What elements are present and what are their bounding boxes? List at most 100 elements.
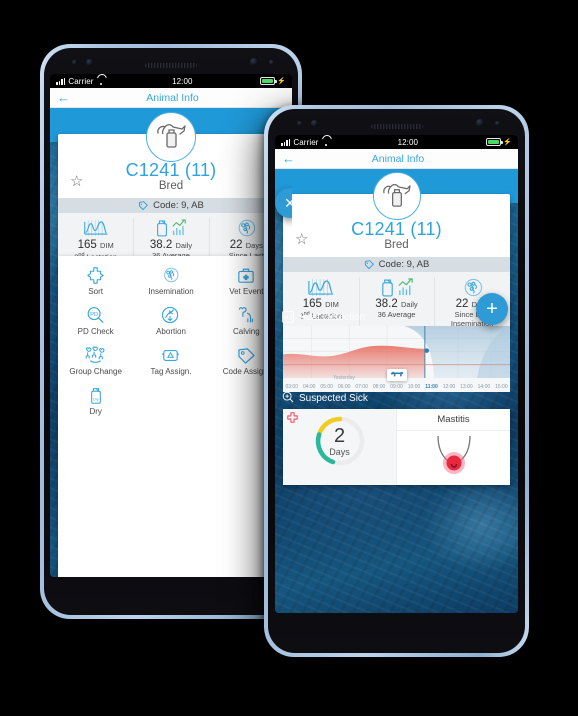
code-bar: Code: 9, AB	[58, 198, 284, 213]
svg-text:PD: PD	[90, 312, 98, 318]
sick-days-unit: Days	[329, 446, 350, 457]
animal-avatar	[146, 112, 196, 162]
signal-bars-icon	[56, 77, 66, 85]
animal-status: Bred	[384, 239, 409, 251]
phone-sensors-front	[268, 117, 525, 133]
wifi-icon	[97, 78, 105, 85]
chart-cow-marker[interactable]	[386, 369, 407, 381]
charging-icon: ⚡	[277, 78, 286, 85]
page-title: Animal Info	[146, 91, 199, 104]
status-time: 12:00	[397, 137, 419, 147]
carrier-label: Carrier	[68, 76, 94, 86]
action-label: Sort	[88, 287, 103, 296]
abortion-icon	[134, 305, 207, 325]
charging-icon: ⚡	[503, 139, 512, 146]
battery-icon	[486, 138, 503, 146]
action-label: Group Change	[69, 367, 122, 376]
stat-ins-value: 22	[229, 239, 243, 251]
milk-yield-icon	[360, 276, 434, 298]
action-abortion[interactable]: Abortion	[133, 300, 208, 340]
stat-dim-value: 165	[77, 239, 97, 251]
status-time: 12:00	[172, 76, 193, 86]
action-label: Insemination	[148, 287, 194, 296]
earpiece-speaker-icon	[370, 124, 423, 129]
magnifier-plus-icon	[282, 391, 294, 406]
action-label: Dry	[89, 407, 102, 416]
sick-days-value: 2	[333, 424, 346, 447]
sick-condition-cell[interactable]: Mastitis	[396, 409, 510, 485]
stat-milk-value: 38.2	[149, 239, 173, 251]
favorite-star-icon[interactable]: ☆	[295, 232, 308, 247]
tag-icon	[139, 200, 149, 210]
suspected-sick-title: Suspected Sick	[299, 393, 368, 404]
earpiece-speaker-icon	[145, 63, 197, 68]
nav-bar-back: ← Animal Info	[50, 88, 292, 108]
heat-detection-title: Heat Detection	[299, 311, 366, 323]
carrier-label: Carrier	[293, 137, 319, 147]
phone-screen-back: Carrier 12:00 ⚡ ← Animal Info ☆ C1241 (1…	[50, 74, 292, 577]
milk-yield-icon	[134, 217, 207, 239]
battery-icon	[260, 77, 277, 85]
cow-milk-can-icon	[157, 124, 186, 148]
status-bar-back: Carrier 12:00 ⚡	[50, 74, 292, 88]
plus-icon: +	[486, 298, 498, 320]
action-insemination[interactable]: Insemination	[133, 260, 208, 300]
medical-cross-icon	[287, 412, 298, 425]
suspected-sick-card: 2 Days Mastitis	[283, 409, 510, 485]
dry-icon: Dry	[59, 385, 132, 405]
udder-icon	[397, 434, 510, 479]
sick-days-cell[interactable]: 2 Days	[283, 409, 396, 485]
phone-device-back: Carrier 12:00 ⚡ ← Animal Info ☆ C1241 (1…	[40, 44, 302, 619]
phone-screen-front: Carrier 12:00 ⚡ ← Animal Info ☆ C1241 (1…	[275, 135, 518, 613]
pd-check-icon: PD	[59, 305, 132, 325]
action-grid-back: Sort Insemination Vet Event PD PD Check Abort…	[58, 256, 284, 426]
scene-root: Carrier 12:00 ⚡ ← Animal Info ☆ C1241 (1…	[0, 0, 578, 716]
animal-id: C1241 (11)	[351, 219, 442, 239]
actions-card-back: Sort Insemination Vet Event PD PD Check Abort…	[58, 256, 284, 577]
animal-status: Bred	[158, 180, 184, 192]
suspected-sick-row: 2 Days Mastitis	[283, 409, 510, 485]
app-body-back: ☆ C1241 (11) Bred Code: 9, AB 165 DIM nd…	[50, 108, 292, 577]
phone-device-front: Carrier 12:00 ⚡ ← Animal Info ☆ C1241 (1…	[264, 105, 529, 657]
animal-id: C1241 (11)	[125, 160, 217, 180]
action-tag-assign[interactable]: Tag Assign.	[133, 340, 208, 380]
action-label: Abortion	[156, 327, 186, 336]
svg-text:Dry: Dry	[93, 397, 99, 401]
cow-icon	[390, 371, 403, 377]
code-bar: Code: 9, AB	[283, 257, 510, 272]
close-icon: ✕	[284, 194, 292, 211]
tag-icon	[364, 259, 374, 269]
group-change-icon	[59, 345, 132, 365]
stat-dim-unit: DIM	[99, 241, 114, 250]
phone-sensors-back	[44, 56, 298, 72]
favorite-star-icon[interactable]: ☆	[70, 174, 83, 189]
action-group-change[interactable]: Group Change	[58, 340, 133, 380]
lactation-curve-icon	[284, 276, 358, 298]
suspected-sick-header: Suspected Sick	[275, 387, 518, 409]
code-label: Code: 9, AB	[378, 259, 430, 270]
suspected-sick-section: Suspected Sick 2 Days Mastitis	[275, 387, 518, 485]
stat-ins-unit: Days	[245, 241, 263, 250]
add-fab-front[interactable]: +	[476, 293, 508, 325]
status-bar-front: Carrier 12:00 ⚡	[275, 135, 518, 149]
action-dry[interactable]: Dry Dry	[58, 380, 133, 420]
heat-detection-chart[interactable]: Yesterday 03:00 04:00 05:00 06:00 07:00 08:00…	[283, 326, 510, 392]
animal-avatar	[372, 172, 421, 220]
page-title: Animal Info	[371, 152, 425, 165]
chart-icon	[282, 311, 294, 323]
code-label: Code: 9, AB	[153, 200, 204, 211]
stat-milk-unit: Daily	[175, 241, 193, 250]
nav-bar-front: ← Animal Info	[275, 149, 518, 169]
lactation-curve-icon	[59, 217, 132, 239]
signal-bars-icon	[281, 138, 291, 146]
action-pd-check[interactable]: PD PD Check	[58, 300, 133, 340]
insemination-icon	[134, 265, 207, 285]
action-label: PD Check	[77, 327, 114, 336]
cow-milk-can-icon	[383, 183, 411, 207]
app-body-front: ☆ C1241 (11) Bred Code: 9, AB 165 DIM 2n…	[275, 169, 518, 613]
action-sort[interactable]: Sort	[58, 260, 133, 300]
sick-days-gauge: 2 Days	[313, 414, 367, 468]
sort-icon	[59, 265, 132, 285]
wifi-icon	[322, 139, 330, 146]
condition-title: Mastitis	[437, 414, 470, 425]
